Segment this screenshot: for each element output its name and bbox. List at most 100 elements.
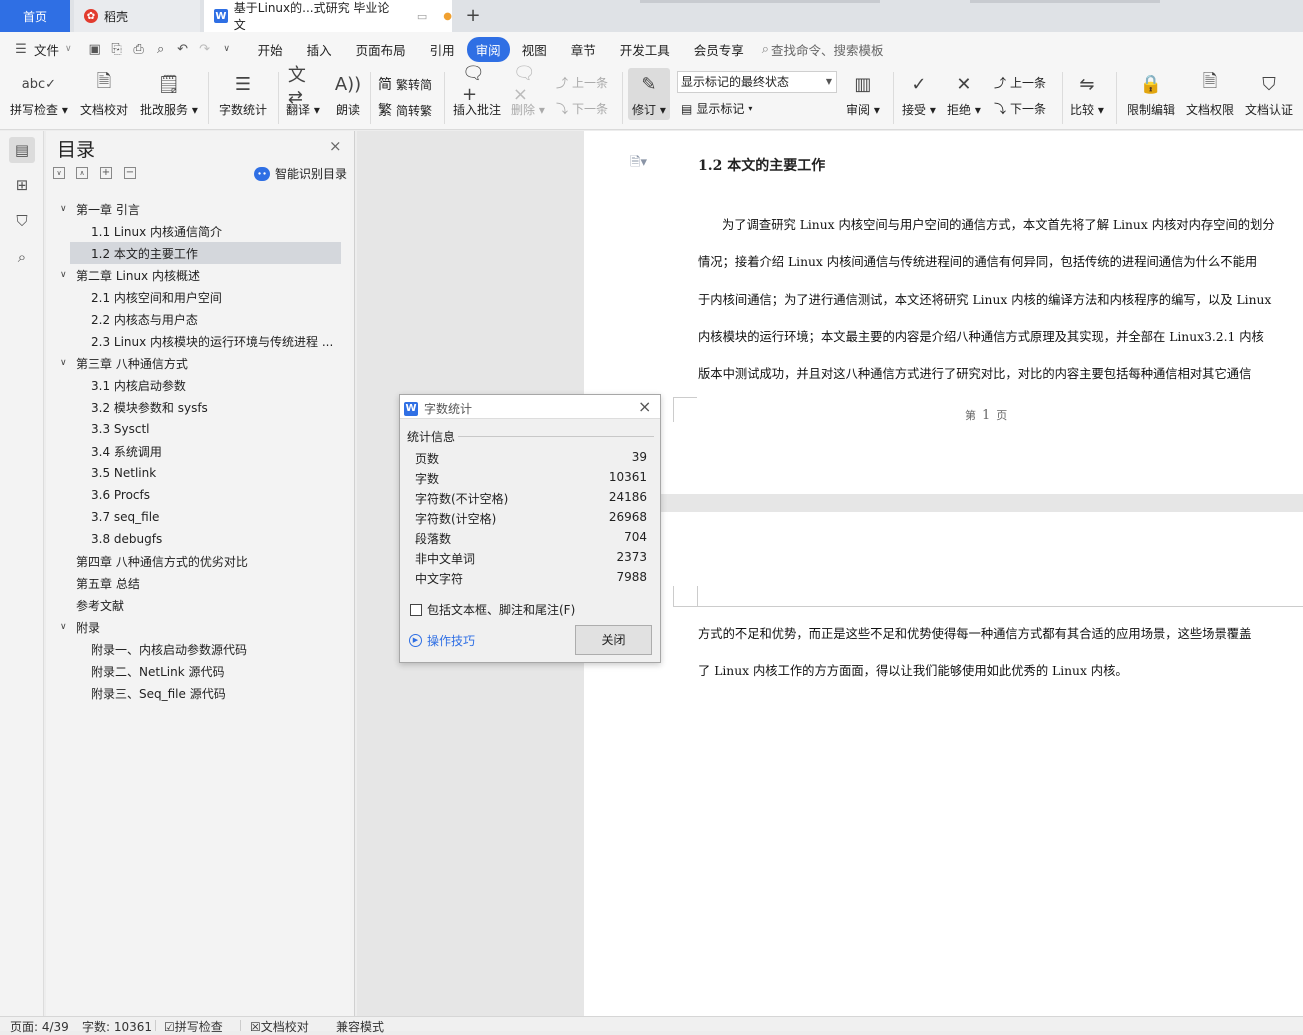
spell-check-button[interactable]: abc✓ 拼写检查 ▾: [10, 70, 68, 118]
toc-item[interactable]: 3.4 系统调用: [70, 440, 341, 462]
spell-check-status[interactable]: ☑拼写检查: [164, 1018, 223, 1035]
print-icon[interactable]: ⎙: [128, 38, 150, 60]
prev-comment-button[interactable]: ⤴ 上一条: [556, 74, 608, 91]
review-pane-button[interactable]: ▥ 审阅 ▾: [846, 70, 880, 118]
toc-item[interactable]: 第五章 总结: [60, 572, 341, 594]
hamburger-icon[interactable]: ☰: [10, 38, 32, 60]
monitor-icon[interactable]: ▭: [417, 10, 427, 23]
toc-item[interactable]: 附录一、内核启动参数源代码: [70, 638, 341, 660]
promote-icon[interactable]: +: [100, 167, 112, 179]
menu-item-start[interactable]: 开始: [252, 40, 289, 59]
toc-item[interactable]: 2.1 内核空间和用户空间: [70, 286, 341, 308]
word-count-button[interactable]: ☰ 字数统计: [219, 70, 267, 118]
tab-daoke[interactable]: ✿ 稻壳: [74, 0, 200, 32]
demote-icon[interactable]: −: [124, 167, 136, 179]
toc-item[interactable]: 3.3 Sysctl: [70, 418, 341, 440]
paragraph-marker-icon[interactable]: 🗎▾: [630, 153, 647, 175]
show-markup-button[interactable]: ▤ 显示标记 ▾: [681, 100, 752, 117]
next-change-button[interactable]: ⤵ 下一条: [994, 100, 1046, 117]
dialog-close-icon[interactable]: ×: [638, 397, 651, 416]
tab-home[interactable]: 首页: [0, 0, 70, 32]
command-search-input[interactable]: 查找命令、搜索模板: [769, 40, 890, 59]
toc-item[interactable]: 附录二、NetLink 源代码: [70, 660, 341, 682]
restrict-edit-button[interactable]: 🔒 限制编辑: [1127, 70, 1175, 118]
menu-item-insert[interactable]: 插入: [301, 40, 338, 59]
toc-item[interactable]: 2.2 内核态与用户态: [70, 308, 341, 330]
translate-button[interactable]: 文⇄ 翻译 ▾: [286, 65, 320, 118]
chevron-down-icon[interactable]: ∨: [60, 270, 72, 280]
close-icon[interactable]: ×: [329, 137, 342, 155]
toc-item[interactable]: 3.6 Procfs: [70, 484, 341, 506]
menu-item-developer[interactable]: 开发工具: [614, 40, 676, 59]
toc-item[interactable]: 附录三、Seq_file 源代码: [70, 682, 341, 704]
chevron-down-icon[interactable]: ∨: [60, 358, 72, 368]
toc-item[interactable]: ∨ 第一章 引言: [60, 198, 341, 220]
save-icon[interactable]: ▣: [84, 38, 106, 60]
tips-link[interactable]: ▶ 操作技巧: [409, 632, 475, 649]
reject-button[interactable]: ✕ 拒绝 ▾: [947, 70, 981, 118]
chevron-down-icon[interactable]: ∨: [60, 622, 72, 632]
toc-item[interactable]: 参考文献: [60, 594, 341, 616]
toc-item[interactable]: 3.5 Netlink: [70, 462, 341, 484]
file-menu[interactable]: 文件: [32, 40, 65, 59]
new-tab-button[interactable]: +: [462, 5, 484, 27]
toc-item[interactable]: 3.2 模块参数和 sysfs: [70, 396, 341, 418]
markup-state-select[interactable]: 显示标记的最终状态 ▼: [677, 71, 837, 93]
print-preview-icon[interactable]: ⌕: [150, 38, 172, 60]
simp-to-trad-button[interactable]: 繁简转繁: [378, 100, 432, 120]
doc-permission-button[interactable]: 🗎 文档权限: [1186, 70, 1234, 118]
delete-comment-button[interactable]: 🗨× 删除 ▾: [511, 63, 545, 118]
checkbox-box[interactable]: [410, 603, 422, 616]
chapter-nav-icon[interactable]: ⊞: [9, 172, 35, 198]
accept-button[interactable]: ✓ 接受 ▾: [902, 70, 936, 118]
divider: [155, 1020, 156, 1031]
menu-item-view[interactable]: 视图: [516, 40, 553, 59]
toc-item[interactable]: ∨ 附录: [60, 616, 341, 638]
proofread-status[interactable]: ☒文档校对: [250, 1018, 309, 1035]
chevron-down-icon[interactable]: ∨: [65, 44, 72, 54]
toc-item[interactable]: ∨ 第三章 八种通信方式: [60, 352, 341, 374]
trad-to-simp-button[interactable]: 简繁转简: [378, 74, 432, 94]
proofread-button[interactable]: 🗎 文档校对: [80, 70, 128, 118]
toc-item[interactable]: 2.3 Linux 内核模块的运行环境与传统进程 ...: [70, 330, 341, 352]
document-page[interactable]: [584, 512, 1303, 1016]
toc-item[interactable]: ∨ 第二章 Linux 内核概述: [60, 264, 341, 286]
toc-panel-icon[interactable]: ▤: [9, 137, 35, 163]
page-indicator[interactable]: 页面: 4/39: [10, 1018, 69, 1035]
chevron-down-icon[interactable]: ∨: [60, 204, 72, 214]
find-icon[interactable]: ⌕: [9, 244, 35, 270]
menu-item-chapter[interactable]: 章节: [565, 40, 602, 59]
menu-item-review[interactable]: 审阅: [466, 36, 510, 62]
track-changes-button[interactable]: ✎ 修订 ▾: [628, 68, 670, 120]
redo-icon[interactable]: ↷: [194, 38, 216, 60]
accept-icon: ✓: [911, 73, 927, 95]
toc-item[interactable]: 1.2 本文的主要工作: [70, 242, 341, 264]
menu-item-member[interactable]: 会员专享: [688, 40, 750, 59]
menu-item-references[interactable]: 引用: [424, 40, 461, 59]
toc-item[interactable]: 1.1 Linux 内核通信简介: [70, 220, 341, 242]
toc-item[interactable]: 3.8 debugfs: [70, 528, 341, 550]
tab-document[interactable]: W 基于Linux的...式研究 毕业论文 ▭ ●: [204, 0, 452, 32]
smart-toc-button[interactable]: ∙∙ 智能识别目录: [254, 165, 347, 182]
collapse-all-icon[interactable]: ∨: [53, 167, 65, 179]
compare-button[interactable]: ⇋ 比较 ▾: [1070, 70, 1104, 118]
bookmark-icon[interactable]: ⛉: [9, 208, 35, 234]
next-comment-button[interactable]: ⤵ 下一条: [556, 100, 608, 117]
toc-item[interactable]: 3.7 seq_file: [70, 506, 341, 528]
prev-change-button[interactable]: ⤴ 上一条: [994, 74, 1046, 91]
close-button[interactable]: 关闭: [575, 625, 652, 655]
toc-item[interactable]: 第四章 八种通信方式的优劣对比: [60, 550, 341, 572]
correction-service-button[interactable]: 🗒 批改服务 ▾: [140, 70, 198, 118]
expand-up-icon[interactable]: ∧: [76, 167, 88, 179]
toc-item[interactable]: 3.1 内核启动参数: [70, 374, 341, 396]
include-notes-checkbox[interactable]: 包括文本框、脚注和尾注(F): [410, 601, 575, 618]
undo-icon[interactable]: ↶: [172, 38, 194, 60]
read-aloud-button[interactable]: A)) 朗读: [333, 70, 363, 118]
export-pdf-icon[interactable]: ⎘: [106, 38, 128, 60]
document-page[interactable]: [584, 131, 1303, 494]
word-count-indicator[interactable]: 字数: 10361: [82, 1018, 152, 1035]
quick-access-dropdown-icon[interactable]: ∨: [216, 38, 238, 60]
doc-certify-button[interactable]: ⛉ 文档认证: [1245, 70, 1293, 118]
menu-item-layout[interactable]: 页面布局: [350, 40, 412, 59]
insert-comment-button[interactable]: 🗨+ 插入批注: [453, 63, 501, 118]
